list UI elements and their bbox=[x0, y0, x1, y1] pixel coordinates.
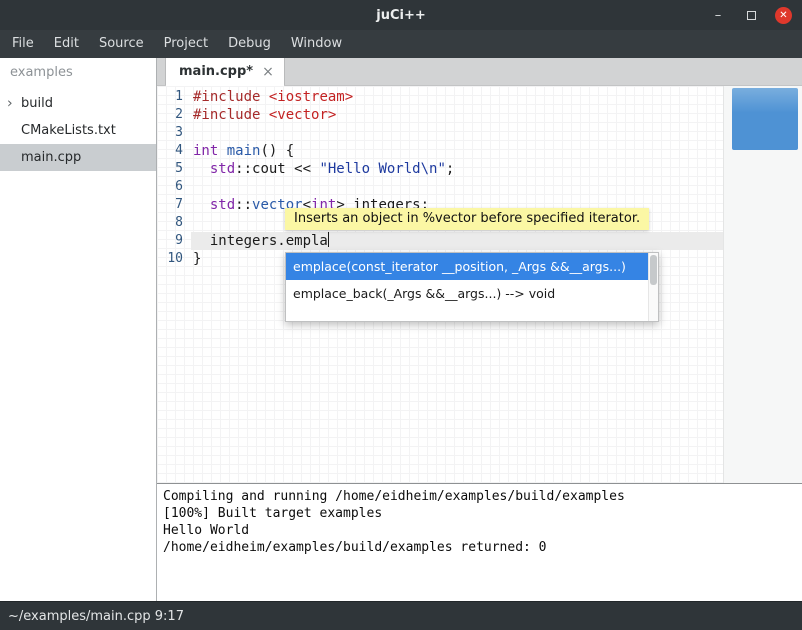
content-column: main.cpp* × 1#include <iostream>2#include… bbox=[157, 58, 802, 601]
terminal-line: Hello World bbox=[163, 522, 796, 539]
scrollbar-thumb[interactable] bbox=[732, 88, 798, 150]
line-number: 8 bbox=[157, 214, 191, 232]
editor-line: 5 std::cout << "Hello World\n"; bbox=[157, 160, 802, 178]
code-text bbox=[191, 178, 802, 196]
sidebar: examples › build CMakeLists.txt main.cpp bbox=[0, 58, 157, 601]
tab-label: main.cpp* bbox=[179, 64, 253, 79]
editor-lines: 1#include <iostream>2#include <vector>34… bbox=[157, 88, 802, 268]
tab-close-icon[interactable]: × bbox=[262, 64, 274, 80]
code-text bbox=[191, 124, 802, 142]
doc-tooltip: Inserts an object in %vector before spec… bbox=[285, 208, 649, 230]
status-text: ~/examples/main.cpp 9:17 bbox=[8, 609, 184, 624]
line-number: 1 bbox=[157, 88, 191, 106]
menu-item-debug[interactable]: Debug bbox=[218, 30, 281, 58]
editor-line: 4int main() { bbox=[157, 142, 802, 160]
minimize-button[interactable]: – bbox=[709, 6, 727, 24]
editor-line: 2#include <vector> bbox=[157, 106, 802, 124]
completion-item[interactable]: emplace_back(_Args &&__args...) --> void bbox=[286, 280, 658, 307]
editor-line: 9 integers.empla bbox=[157, 232, 802, 250]
terminal-line: Compiling and running /home/eidheim/exam… bbox=[163, 488, 796, 505]
terminal-line: [100%] Built target examples bbox=[163, 505, 796, 522]
terminal-panel: Compiling and running /home/eidheim/exam… bbox=[157, 483, 802, 601]
chevron-right-icon: › bbox=[7, 95, 13, 111]
completion-scrollbar-thumb[interactable] bbox=[650, 255, 657, 285]
menu-item-file[interactable]: File bbox=[2, 30, 44, 58]
close-button[interactable]: ✕ bbox=[775, 7, 792, 24]
file-tree-item-build[interactable]: › build bbox=[0, 90, 156, 117]
menu-item-edit[interactable]: Edit bbox=[44, 30, 89, 58]
tab-bar: main.cpp* × bbox=[157, 58, 802, 86]
code-text: int main() { bbox=[191, 142, 802, 160]
completion-scrollbar[interactable] bbox=[648, 253, 658, 321]
restore-icon bbox=[747, 11, 756, 20]
line-number: 9 bbox=[157, 232, 191, 250]
window-controls: – ✕ bbox=[709, 6, 802, 24]
restore-button[interactable] bbox=[742, 6, 760, 24]
completion-popup: emplace(const_iterator __position, _Args… bbox=[285, 252, 659, 322]
completion-item[interactable]: emplace(const_iterator __position, _Args… bbox=[286, 253, 658, 280]
file-name: build bbox=[21, 96, 53, 111]
menu-bar: FileEditSourceProjectDebugWindow bbox=[0, 30, 802, 58]
line-number: 6 bbox=[157, 178, 191, 196]
file-tree-item-cmakelists-txt[interactable]: CMakeLists.txt bbox=[0, 117, 156, 144]
completion-list: emplace(const_iterator __position, _Args… bbox=[286, 253, 658, 307]
editor-line: 6 bbox=[157, 178, 802, 196]
file-name: CMakeLists.txt bbox=[21, 123, 116, 138]
code-text: #include <vector> bbox=[191, 106, 802, 124]
menu-item-project[interactable]: Project bbox=[154, 30, 218, 58]
line-number: 3 bbox=[157, 124, 191, 142]
editor-line: 1#include <iostream> bbox=[157, 88, 802, 106]
code-text: #include <iostream> bbox=[191, 88, 802, 106]
file-tree-item-main-cpp[interactable]: main.cpp bbox=[0, 144, 156, 171]
sidebar-header: examples bbox=[0, 58, 156, 90]
terminal-line: /home/eidheim/examples/build/examples re… bbox=[163, 539, 796, 556]
menu-item-source[interactable]: Source bbox=[89, 30, 154, 58]
main-area: examples › build CMakeLists.txt main.cpp ma… bbox=[0, 58, 802, 601]
status-bar: ~/examples/main.cpp 9:17 bbox=[0, 601, 802, 630]
app-window: juCi++ – ✕ FileEditSourceProjectDebugWin… bbox=[0, 0, 802, 630]
line-number: 4 bbox=[157, 142, 191, 160]
line-number: 7 bbox=[157, 196, 191, 214]
code-text: integers.empla bbox=[191, 232, 802, 250]
window-title: juCi++ bbox=[0, 8, 802, 23]
line-number: 10 bbox=[157, 250, 191, 268]
file-name: main.cpp bbox=[21, 150, 81, 165]
text-cursor bbox=[328, 232, 329, 247]
menu-item-window[interactable]: Window bbox=[281, 30, 352, 58]
editor[interactable]: 1#include <iostream>2#include <vector>34… bbox=[157, 86, 802, 483]
tab-main-cpp[interactable]: main.cpp* × bbox=[165, 58, 285, 85]
line-number: 2 bbox=[157, 106, 191, 124]
code-text: std::cout << "Hello World\n"; bbox=[191, 160, 802, 178]
line-number: 5 bbox=[157, 160, 191, 178]
title-bar: juCi++ – ✕ bbox=[0, 0, 802, 30]
file-tree: › build CMakeLists.txt main.cpp bbox=[0, 90, 156, 171]
editor-line: 3 bbox=[157, 124, 802, 142]
